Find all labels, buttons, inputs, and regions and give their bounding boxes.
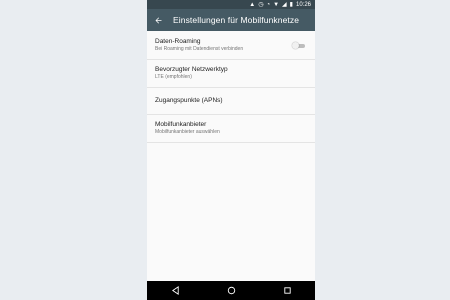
- app-bar: Einstellungen für Mobilfunknetze: [147, 9, 315, 31]
- status-bar: ▲ ◷ ◔ ▼ ◢ ▮ 10:26: [147, 0, 315, 9]
- signal-icon: ▲: [249, 1, 256, 8]
- setting-title: Bevorzugter Netzwerktyp: [155, 66, 228, 73]
- setting-access-point-names[interactable]: Zugangspunkte (APNs): [147, 88, 315, 115]
- toggle-knob: [292, 42, 299, 49]
- arrow-back-icon[interactable]: [153, 15, 163, 25]
- page-title: Einstellungen für Mobilfunknetze: [173, 15, 300, 25]
- setting-data-roaming[interactable]: Daten-Roaming Bei Roaming mit Datendiens…: [147, 32, 315, 60]
- cell-signal-icon: ◢: [282, 1, 287, 8]
- setting-preferred-network-type[interactable]: Bevorzugter Netzwerktyp LTE (empfohlen): [147, 60, 315, 88]
- phone-screen: ▲ ◷ ◔ ▼ ◢ ▮ 10:26 Einstellungen für Mobi…: [147, 0, 315, 300]
- setting-summary: Bei Roaming mit Datendienst verbinden: [155, 46, 244, 52]
- status-time: 10:26: [295, 1, 311, 8]
- home-circle-icon[interactable]: [225, 285, 237, 297]
- setting-summary: LTE (empfohlen): [155, 74, 192, 80]
- back-triangle-icon[interactable]: [169, 285, 181, 297]
- clock-icon: ◷: [258, 1, 264, 8]
- alarm-icon: ◔: [266, 1, 271, 8]
- data-roaming-toggle[interactable]: [292, 42, 305, 49]
- setting-title: Daten-Roaming: [155, 38, 201, 45]
- setting-title: Mobilfunkanbieter: [155, 121, 207, 128]
- navigation-bar: [147, 281, 315, 300]
- setting-summary: Mobilfunkanbieter auswählen: [155, 129, 220, 135]
- recents-square-icon[interactable]: [281, 285, 293, 297]
- battery-icon: ▮: [289, 1, 293, 8]
- setting-mobile-carrier[interactable]: Mobilfunkanbieter Mobilfunkanbieter ausw…: [147, 115, 315, 143]
- wifi-icon: ▼: [273, 1, 280, 8]
- settings-list: Daten-Roaming Bei Roaming mit Datendiens…: [147, 31, 315, 143]
- setting-title: Zugangspunkte (APNs): [155, 97, 223, 104]
